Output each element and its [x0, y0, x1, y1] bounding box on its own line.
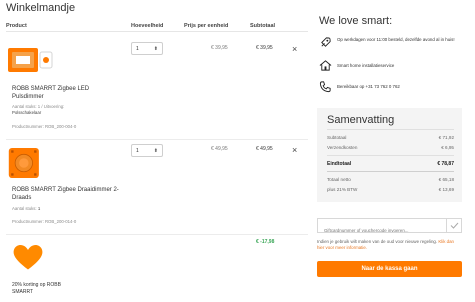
product-number: Productnummer: ROB_200-014-0 — [12, 219, 77, 224]
header-quantity: Hoeveelheid — [131, 23, 164, 29]
product-number: Productnummer: ROB_200-004-0 — [12, 124, 77, 129]
header-unit-price: Prijs per eenheid — [184, 23, 229, 29]
coupon-submit-button[interactable] — [446, 219, 461, 232]
options-label: Aantal stuks: — [12, 206, 37, 211]
divider — [6, 234, 308, 235]
item-subtotal: € 49,95 — [256, 146, 273, 152]
quantity-value: 1 — [136, 148, 139, 154]
phone-icon — [319, 81, 331, 93]
header-product: Product — [6, 23, 27, 29]
summary-net: Totaal netto € 65,18 — [327, 177, 454, 182]
promo-row-installation: Smart home installatieservice — [319, 59, 469, 75]
summary-title: Samenvatting — [327, 114, 395, 126]
product-options: Aantal stuks: 1 — [12, 206, 40, 212]
order-summary: Samenvatting Subtotaal € 71,92 Verzendko… — [317, 108, 462, 202]
quantity-select[interactable]: 1 ⬍ — [131, 42, 163, 55]
product-image-draaidimmer[interactable] — [8, 144, 46, 182]
item-subtotal: € 39,95 — [256, 45, 273, 51]
rocket-icon — [321, 37, 331, 47]
summary-total-value: € 78,87 — [437, 161, 454, 167]
unit-price: € 39,95 — [211, 45, 228, 51]
summary-shipping-label: Verzendkosten — [327, 145, 358, 150]
summary-vat: plus 21% BTW € 13,69 — [327, 187, 454, 192]
promo-row-delivery: Op werkdagen voor 11:00 besteld, dezelfd… — [319, 36, 469, 52]
cart-item: ROBB SMARRT Zigbee Draaidimmer 2-Draads … — [6, 144, 308, 234]
promo-text: Bereikbaar op +31 73 762 0 762 — [337, 84, 400, 89]
divider — [327, 155, 454, 156]
divider — [6, 139, 308, 140]
header-subtotal: Subtotaal — [250, 23, 276, 29]
product-name[interactable]: ROBB SMARRT Zigbee LED Pulsdimmer — [12, 85, 122, 101]
promo-text: Smart home installatieservice — [337, 63, 395, 68]
discount-heart-image — [13, 244, 43, 270]
summary-subtotal-value: € 71,92 — [438, 135, 454, 140]
notice-text: Indien je gebruik wilt maken van de oud … — [317, 239, 438, 244]
summary-subtotal-label: Subtotaal — [327, 135, 347, 140]
summary-vat-value: € 13,69 — [438, 187, 454, 192]
checkout-button[interactable]: Naar de kassa gaan — [317, 261, 462, 277]
home-service-icon — [319, 60, 332, 71]
summary-shipping-value: € 6,95 — [441, 145, 454, 150]
product-name[interactable]: ROBB SMARRT Zigbee Draaidimmer 2-Draads — [12, 186, 122, 202]
remove-item-button[interactable]: × — [292, 45, 297, 54]
divider — [6, 31, 308, 32]
product-options: Aantal stuks: 1 / Uitvoering: Polsschake… — [12, 104, 64, 116]
select-caret-icon: ⬍ — [153, 148, 158, 154]
summary-net-value: € 65,18 — [438, 177, 454, 182]
divider — [327, 129, 454, 130]
coupon-form — [317, 218, 462, 237]
unit-price: € 49,95 — [211, 146, 228, 152]
quantity-value: 1 — [136, 46, 139, 52]
summary-subtotal: Subtotaal € 71,92 — [327, 135, 454, 140]
options-value: Polsschakelaar — [12, 110, 42, 115]
discount-name: 20% korting op ROBB SMARRT — [12, 282, 61, 295]
options-value: 1 — [37, 206, 41, 211]
remove-item-button[interactable]: × — [292, 146, 297, 155]
options-label: Aantal stuks: 1 / Uitvoering: — [12, 104, 65, 109]
divider — [327, 171, 454, 172]
page-title: Winkelmandje — [6, 2, 76, 14]
trade-in-notice: Indien je gebruik wilt maken van de oud … — [317, 239, 462, 251]
product-image-pulsdimmer[interactable] — [6, 40, 54, 80]
quantity-select[interactable]: 1 ⬍ — [131, 144, 163, 157]
promo-row-phone: Bereikbaar op +31 73 762 0 762 — [319, 80, 469, 96]
summary-shipping: Verzendkosten € 6,95 — [327, 145, 454, 150]
promo-text: Op werkdagen voor 11:00 besteld, dezelfd… — [337, 37, 455, 42]
summary-vat-label: plus 21% BTW — [327, 187, 358, 192]
summary-total: Eindtotaal € 78,87 — [327, 161, 454, 167]
summary-net-label: Totaal netto — [327, 177, 351, 182]
cart-item: ROBB SMARRT Zigbee LED Pulsdimmer Aantal… — [6, 40, 308, 140]
coupon-input[interactable] — [318, 224, 444, 237]
select-caret-icon: ⬍ — [153, 46, 158, 52]
promo-title: We love smart: — [319, 15, 393, 27]
checkmark-icon — [450, 222, 459, 229]
cart-item-discount: 20% korting op ROBB SMARRT € -17,98 — [6, 238, 308, 302]
summary-total-label: Eindtotaal — [327, 161, 352, 167]
discount-amount: € -17,98 — [256, 239, 275, 245]
